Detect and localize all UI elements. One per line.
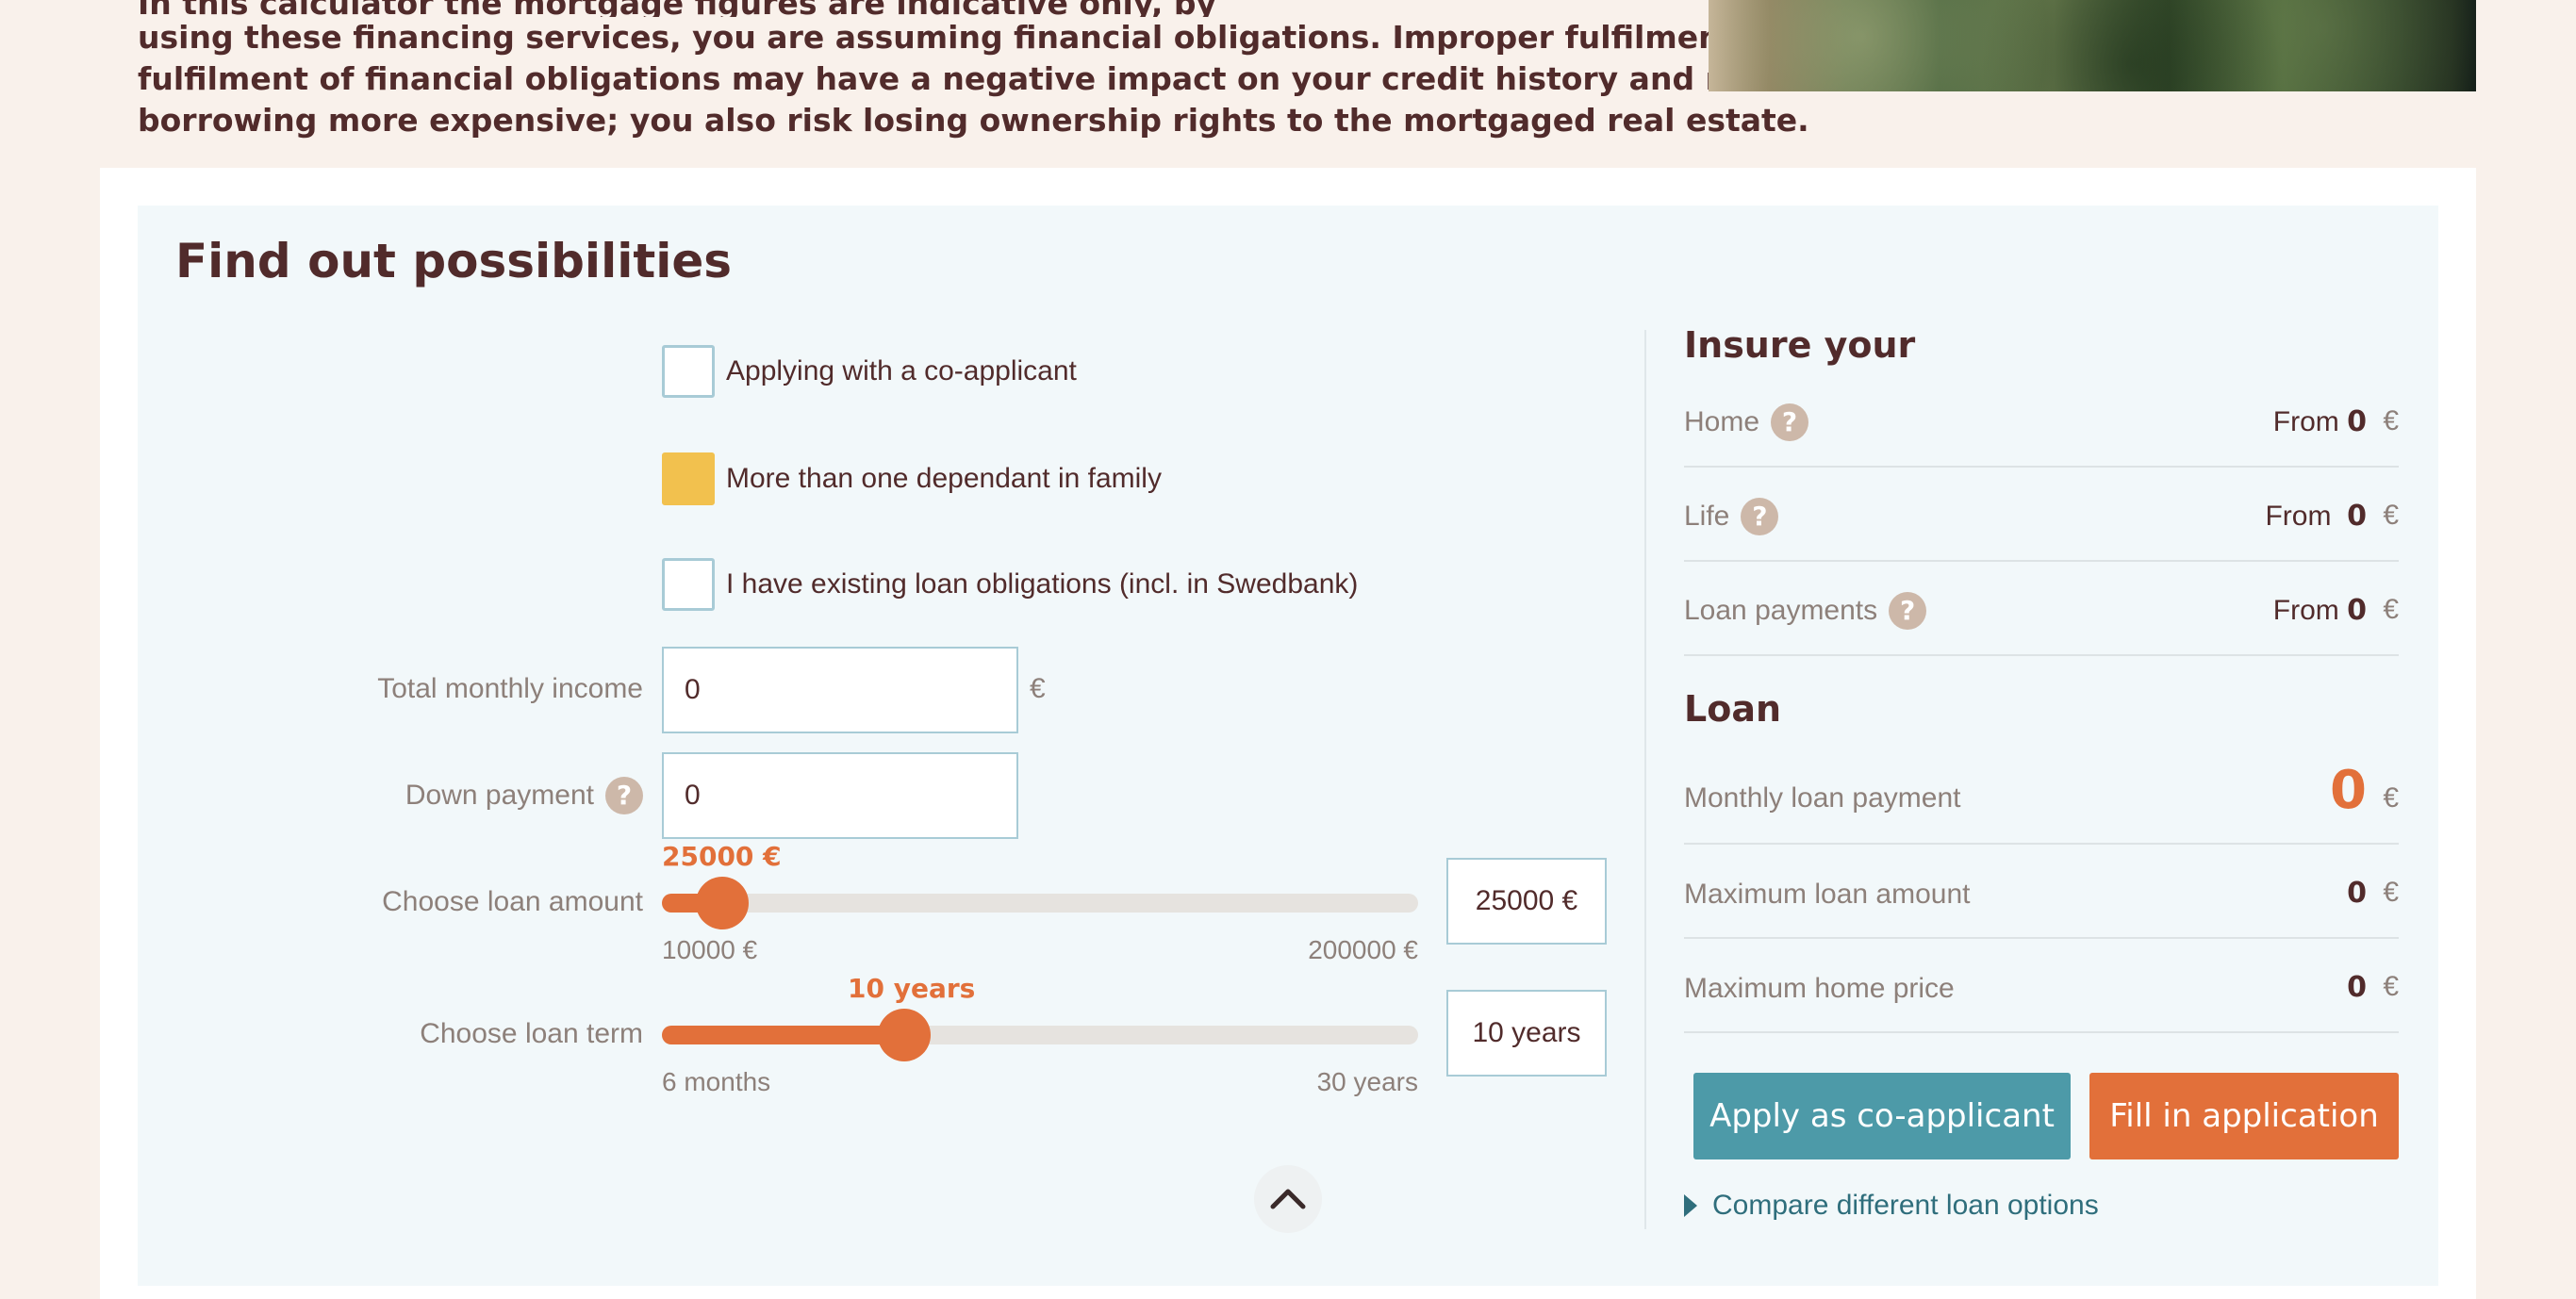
- down-payment-label-text: Down payment: [405, 780, 594, 811]
- insure-home-label-text: Home: [1684, 406, 1760, 437]
- fill-application-button[interactable]: Fill in application: [2089, 1073, 2399, 1159]
- dependants-checkbox[interactable]: [662, 452, 715, 505]
- compare-loan-options-link[interactable]: Compare different loan options: [1684, 1190, 2099, 1222]
- loan-term-label: Choose loan term: [420, 1018, 643, 1050]
- loan-term-input[interactable]: 10 years: [1446, 990, 1607, 1077]
- dependants-checkbox-row[interactable]: More than one dependant in family: [662, 452, 1162, 505]
- loan-term-label-text: Choose loan term: [420, 1018, 643, 1049]
- insure-loan-payments-row: Loan payments ? From 0 €: [1684, 562, 2399, 656]
- loan-term-slider[interactable]: [662, 1009, 1418, 1061]
- insure-loan-payments-currency: €: [2383, 594, 2399, 625]
- co-applicant-label: Applying with a co-applicant: [726, 355, 1077, 386]
- hero-photo: [1709, 0, 2476, 91]
- insure-home-row: Home ? From 0 €: [1684, 373, 2399, 468]
- insure-loan-payments-value: From 0: [2273, 594, 2367, 627]
- loan-amount-value: 25000 €: [662, 841, 782, 872]
- monthly-payment-label: Monthly loan payment: [1684, 782, 1961, 814]
- loan-term-slider-handle[interactable]: [878, 1009, 931, 1061]
- help-icon[interactable]: ?: [605, 777, 643, 814]
- max-home-price-label: Maximum home price: [1684, 973, 1955, 1004]
- insure-life-label: Life ?: [1684, 498, 1779, 535]
- co-applicant-checkbox-row[interactable]: Applying with a co-applicant: [662, 345, 1077, 398]
- help-icon[interactable]: ?: [1771, 403, 1809, 441]
- insure-loan-payments-amount: 0: [2347, 594, 2367, 627]
- insure-home-label: Home ?: [1684, 403, 1809, 441]
- monthly-payment-value: 0: [2330, 760, 2367, 821]
- disclaimer-text: In this calculator the mortgage figures …: [138, 0, 1873, 141]
- page-title: Find out possibilities: [175, 234, 733, 288]
- insure-life-value: From 0: [2265, 500, 2367, 533]
- monthly-payment-row: Monthly loan payment 0 €: [1684, 750, 2399, 845]
- insure-life-label-text: Life: [1684, 501, 1730, 532]
- loan-amount-slider[interactable]: [662, 877, 1418, 929]
- max-loan-amount-value: 0: [2347, 877, 2367, 910]
- max-loan-amount-label: Maximum loan amount: [1684, 879, 1971, 910]
- insure-loan-payments-prefix: From: [2272, 595, 2339, 626]
- monthly-payment-currency: €: [2383, 782, 2399, 814]
- column-divider: [1644, 330, 1646, 1229]
- help-icon[interactable]: ?: [1741, 498, 1779, 535]
- help-icon[interactable]: ?: [1889, 592, 1927, 630]
- caret-right-icon: [1684, 1194, 1697, 1217]
- apply-co-applicant-button[interactable]: Apply as co-applicant: [1693, 1073, 2071, 1159]
- insure-loan-payments-label-text: Loan payments: [1684, 595, 1878, 626]
- loan-heading: Loan: [1684, 688, 1782, 730]
- loan-amount-label: Choose loan amount: [382, 886, 643, 918]
- disclaimer-line: using these financing services, you are …: [138, 19, 1873, 56]
- insure-life-amount: 0: [2347, 500, 2367, 533]
- income-label-text: Total monthly income: [377, 673, 643, 704]
- down-payment-input[interactable]: 0: [662, 752, 1018, 839]
- income-input[interactable]: 0: [662, 647, 1018, 733]
- insure-heading: Insure your: [1684, 324, 1916, 366]
- loan-amount-input[interactable]: 25000 €: [1446, 858, 1607, 945]
- compare-loan-options-label: Compare different loan options: [1712, 1190, 2099, 1221]
- loan-amount-slider-handle[interactable]: [696, 877, 749, 929]
- insure-home-value: From 0: [2273, 405, 2367, 438]
- loan-term-slider-fill: [662, 1026, 904, 1044]
- existing-loans-checkbox[interactable]: [662, 558, 715, 611]
- max-loan-amount-currency: €: [2383, 877, 2399, 908]
- loan-term-min: 6 months: [662, 1067, 771, 1096]
- insure-home-amount: 0: [2347, 405, 2367, 438]
- disclaimer-line: fulfilment of financial obligations may …: [138, 60, 1800, 97]
- loan-term-max: 30 years: [1316, 1067, 1418, 1096]
- insure-loan-payments-label: Loan payments ?: [1684, 592, 1927, 630]
- disclaimer-line: borrowing more expensive; you also risk …: [138, 102, 1809, 139]
- collapse-button[interactable]: [1254, 1165, 1322, 1233]
- dependants-label: More than one dependant in family: [726, 463, 1162, 494]
- loan-term-value: 10 years: [848, 973, 976, 1004]
- loan-amount-label-text: Choose loan amount: [382, 886, 643, 917]
- chevron-up-icon: [1270, 1189, 1306, 1209]
- loan-amount-min: 10000 €: [662, 935, 758, 964]
- max-home-price-value: 0: [2347, 971, 2367, 1004]
- loan-amount-max: 200000 €: [1308, 935, 1418, 964]
- disclaimer-line: In this calculator the mortgage figures …: [138, 0, 1646, 17]
- insure-life-row: Life ? From 0 €: [1684, 468, 2399, 562]
- insure-home-prefix: From: [2272, 406, 2339, 437]
- insure-life-currency: €: [2383, 500, 2399, 531]
- income-currency: €: [1030, 673, 1046, 704]
- insure-home-currency: €: [2383, 405, 2399, 436]
- existing-loans-label: I have existing loan obligations (incl. …: [726, 568, 1359, 600]
- insure-life-prefix: From: [2265, 501, 2332, 532]
- max-home-price-currency: €: [2383, 971, 2399, 1002]
- down-payment-label: Down payment ?: [405, 777, 643, 814]
- max-loan-amount-row: Maximum loan amount 0 €: [1684, 845, 2399, 939]
- co-applicant-checkbox[interactable]: [662, 345, 715, 398]
- existing-loans-checkbox-row[interactable]: I have existing loan obligations (incl. …: [662, 558, 1358, 611]
- income-label: Total monthly income: [377, 673, 643, 705]
- max-home-price-row: Maximum home price 0 €: [1684, 939, 2399, 1033]
